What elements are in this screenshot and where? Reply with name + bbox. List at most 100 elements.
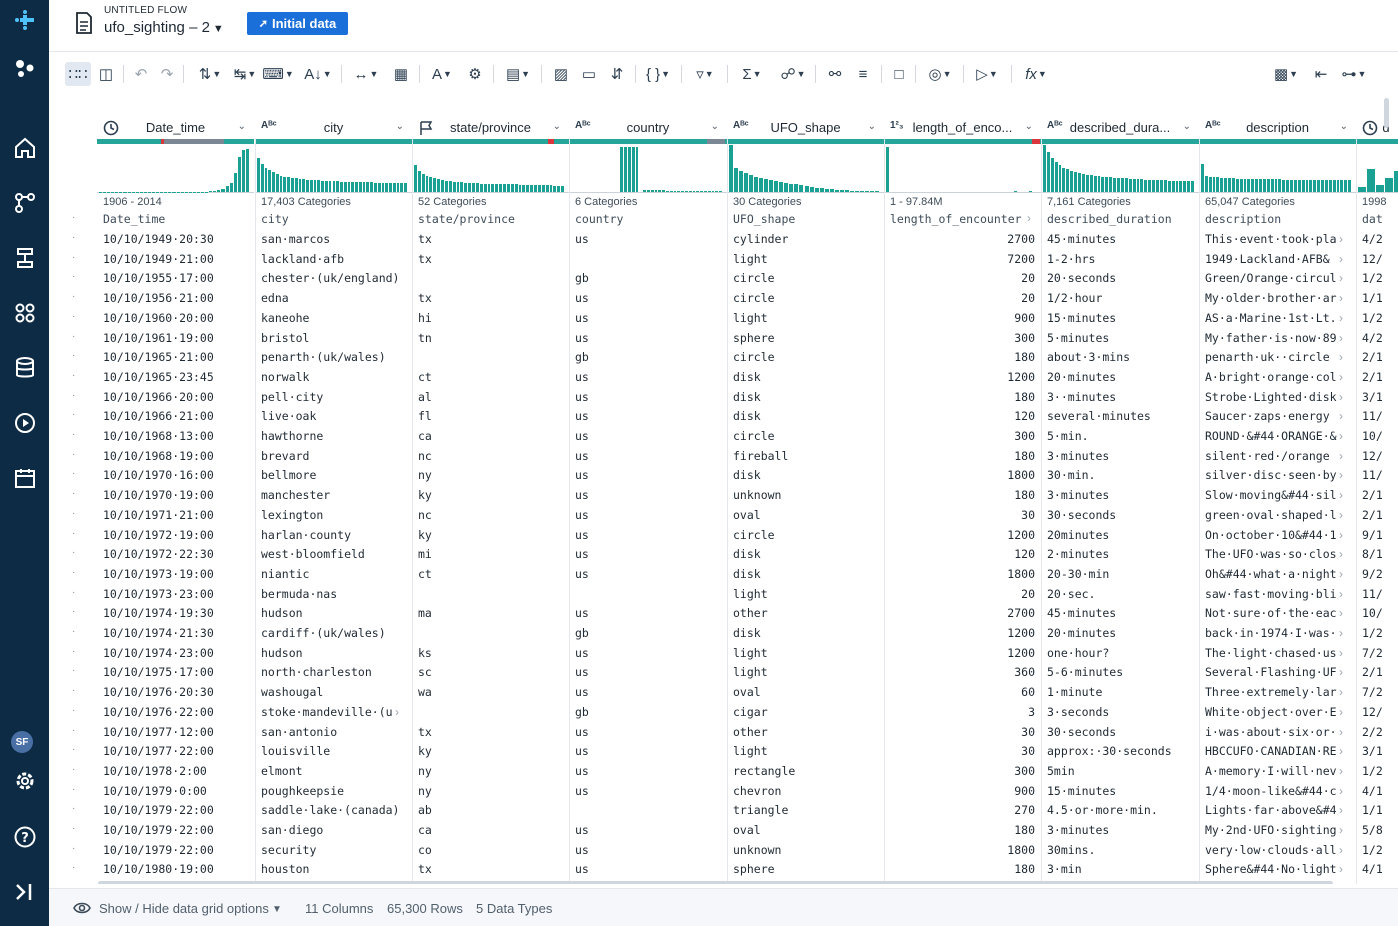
grid-cell[interactable]: us (575, 644, 721, 663)
grid-cell[interactable]: 180 (888, 860, 1035, 879)
grid-cell[interactable]: ky (418, 742, 563, 761)
grid-cell[interactable]: 20 (888, 289, 1035, 308)
chevron-right-icon[interactable]: › (1339, 705, 1343, 719)
grid-cell[interactable]: disk (733, 565, 878, 584)
grid-cell[interactable]: 10/10/1975·17:00 (103, 663, 248, 682)
grid-cell[interactable]: live·oak (261, 407, 406, 426)
grid-cell[interactable]: one·hour? (1047, 644, 1193, 663)
settings-icon[interactable] (0, 761, 49, 801)
chevron-right-icon[interactable]: › (1339, 744, 1343, 758)
grid-cell[interactable]: us (575, 723, 721, 742)
chevron-right-icon[interactable]: › (1339, 665, 1343, 679)
grid-cell[interactable]: cigar (733, 703, 878, 722)
grid-cell[interactable]: 10/10/1979·22:00 (103, 801, 248, 820)
database-icon[interactable] (0, 348, 49, 388)
chevron-down-icon[interactable]: ⌄ (868, 121, 876, 132)
grid-cell[interactable]: 10/10/1949·20:30 (103, 230, 248, 249)
grid-cell[interactable]: 180 (888, 348, 1035, 367)
grid-cell[interactable]: 20·sec. (1047, 585, 1193, 604)
grid-cell[interactable]: Oh&#44·what·a·night (1205, 565, 1338, 584)
grid-cell[interactable]: west·bloomfield (261, 545, 406, 564)
column-histogram[interactable] (1041, 145, 1199, 193)
grid-cell[interactable]: green·oval·shaped·l (1205, 506, 1338, 525)
column-header[interactable]: Aᴮᶜ country ⌄ (569, 116, 727, 139)
grid-cell[interactable]: us (575, 289, 721, 308)
chevron-right-icon[interactable]: › (1339, 646, 1343, 660)
grid-cell[interactable]: light (733, 742, 878, 761)
grid-cell[interactable] (418, 348, 563, 367)
grid-cell[interactable]: 1/2 (1362, 269, 1392, 288)
grid-cell[interactable]: disk (733, 368, 878, 387)
grid-cell[interactable]: nc (418, 447, 563, 466)
grid-cell[interactable]: My·2nd·UFO·sighting (1205, 821, 1338, 840)
flows-icon[interactable] (0, 183, 49, 223)
chevron-right-icon[interactable]: › (1339, 311, 1343, 325)
chevron-right-icon[interactable]: › (1339, 429, 1343, 443)
grid-cell[interactable] (418, 269, 563, 288)
grid-cell[interactable]: 1949·Lackland·AFB& (1205, 250, 1338, 269)
grid-cell[interactable]: 10/10/1968·19:00 (103, 447, 248, 466)
chevron-right-icon[interactable]: › (1339, 784, 1343, 798)
grid-cell[interactable]: 1-2·hrs (1047, 250, 1193, 269)
grid-cell[interactable]: 15·minutes (1047, 309, 1193, 328)
grid-cell[interactable]: 20minutes (1047, 526, 1193, 545)
grid-cell[interactable]: 1/1 (1362, 289, 1392, 308)
grid-cell[interactable]: 3·minutes (1047, 486, 1193, 505)
grid-cell[interactable]: 10/10/1968·13:00 (103, 427, 248, 446)
chevron-right-icon[interactable]: › (1339, 764, 1343, 778)
grid-cell[interactable]: very·low·clouds·all (1205, 841, 1338, 860)
vertical-scrollbar[interactable] (1384, 98, 1389, 128)
grid-cell[interactable]: 30·seconds (1047, 723, 1193, 742)
grid-cell[interactable]: 5min (1047, 762, 1193, 781)
column-histogram[interactable] (412, 146, 569, 193)
grid-cell[interactable]: 1/2 (1362, 762, 1392, 781)
grid-cell[interactable]: 120 (888, 407, 1035, 426)
grid-cell[interactable]: disk (733, 624, 878, 643)
grid-cell[interactable]: tx (418, 723, 563, 742)
grid-cell[interactable]: ny (418, 782, 563, 801)
grid-cell[interactable]: lexington (261, 506, 406, 525)
initial-data-button[interactable]: ➚ Initial data (247, 12, 348, 35)
flow-name-dropdown[interactable]: ufo_sighting – 2 ▼ (104, 19, 224, 36)
grid-cell[interactable]: 1/2 (1362, 841, 1392, 860)
grid-cell[interactable]: 10/10/1979·0:00 (103, 782, 248, 801)
grid-cell[interactable]: AS·a·Marine·1st·Lt. (1205, 309, 1338, 328)
grid-cell[interactable]: us (575, 447, 721, 466)
grid-cell[interactable]: light (733, 250, 878, 269)
grid-cell[interactable]: 7/2 (1362, 644, 1392, 663)
grid-settings-icon[interactable]: ⊶ ▼ (1337, 62, 1371, 86)
column-histogram[interactable] (1356, 146, 1398, 193)
az-sort-icon[interactable]: ⇵ (605, 62, 629, 86)
grid-cell[interactable]: 300 (888, 762, 1035, 781)
transpose-icon[interactable]: ▭ (577, 62, 601, 86)
grid-cell[interactable]: fl (418, 407, 563, 426)
grid-cell[interactable]: 10/10/1976·20:30 (103, 683, 248, 702)
grid-cell[interactable]: chester·(uk/england) (261, 269, 406, 288)
grid-cell[interactable]: ky (418, 526, 563, 545)
grid-cell[interactable]: Green/Orange·circul (1205, 269, 1338, 288)
column-header[interactable]: Date_time ⌄ (97, 116, 254, 139)
chevron-right-icon[interactable]: › (1339, 252, 1343, 266)
grid-cell[interactable]: gb (575, 624, 721, 643)
chevron-right-icon[interactable]: › (1339, 449, 1343, 463)
chevron-right-icon[interactable]: › (1339, 528, 1343, 542)
eye-icon[interactable] (73, 901, 91, 918)
grid-cell[interactable]: circle (733, 269, 878, 288)
grid-cell[interactable]: disk (733, 466, 878, 485)
grid-cell[interactable]: 1800 (888, 841, 1035, 860)
grid-cell[interactable]: lackland·afb (261, 250, 406, 269)
data-sources-icon[interactable] (0, 48, 49, 88)
grid-cell[interactable]: 4/1 (1362, 782, 1392, 801)
grid-cell[interactable]: ny (418, 762, 563, 781)
library-icon[interactable] (0, 293, 49, 333)
grid-cell[interactable]: fireball (733, 447, 878, 466)
avatar[interactable]: SF (11, 731, 33, 753)
grid-cell[interactable]: light (733, 309, 878, 328)
chevron-right-icon[interactable]: › (1339, 370, 1343, 384)
grid-cell[interactable]: tx (418, 250, 563, 269)
chevron-down-icon[interactable]: ⌄ (396, 121, 404, 132)
grid-cell[interactable]: My·father·is·now·89 (1205, 329, 1338, 348)
grid-cell[interactable]: gb (575, 348, 721, 367)
grid-cell[interactable]: 10/10/1949·21:00 (103, 250, 248, 269)
grid-cell[interactable]: san·antonio (261, 723, 406, 742)
